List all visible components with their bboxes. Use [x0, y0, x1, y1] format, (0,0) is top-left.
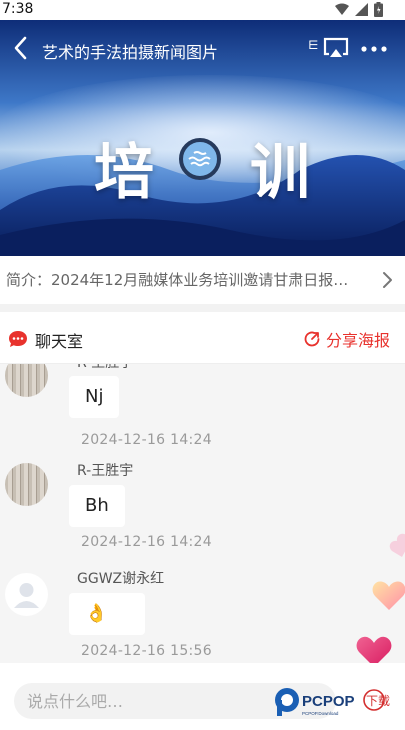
section-divider: [0, 304, 405, 312]
video-top-bar: 艺术的手法拍摄新闻图片 ⋿: [0, 20, 405, 76]
back-button[interactable]: [8, 32, 34, 64]
svg-text:PCPOP.Download: PCPOP.Download: [302, 711, 339, 716]
message-bubble: Bh: [69, 485, 125, 527]
message-bubble: Nj: [69, 376, 120, 418]
subtitle-button[interactable]: ⋿: [308, 38, 318, 52]
video-title: 艺术的手法拍摄新闻图片: [42, 43, 219, 62]
message-sender: R-王胜宇: [77, 364, 133, 372]
floating-heart-icon: [389, 533, 405, 557]
floating-heart-icon: [356, 636, 392, 663]
chat-message-list[interactable]: R-王胜宇 Nj 2024-12-16 14:24 R-王胜宇 Bh 2024-…: [0, 364, 405, 663]
avatar[interactable]: [5, 573, 48, 616]
avatar[interactable]: [5, 364, 48, 397]
message-bubble: 👌: [69, 593, 145, 635]
chat-header: 聊天室 分享海报: [0, 312, 405, 364]
battery-icon: [374, 1, 383, 17]
loading-icon: [179, 138, 221, 180]
message-time: 2024-12-16 14:24: [81, 534, 212, 550]
share-icon: [304, 331, 320, 347]
more-icon[interactable]: [358, 36, 390, 62]
status-icons: [335, 1, 383, 17]
cast-icon[interactable]: [322, 36, 350, 62]
svg-text:下载: 下载: [366, 694, 390, 708]
intro-row[interactable]: 简介：2024年12月融媒体业务培训邀请甘肃日报…: [0, 256, 405, 304]
banner-text-left: 培: [94, 138, 154, 208]
chevron-right-icon: [383, 272, 392, 288]
share-poster-label: 分享海报: [326, 331, 391, 350]
floating-heart-icon: [372, 581, 405, 610]
message-sender: GGWZ谢永红: [77, 571, 165, 587]
status-time: 7:38: [2, 1, 34, 17]
intro-text: 简介：2024年12月融媒体业务培训邀请甘肃日报…: [6, 271, 349, 289]
banner-text-right: 训: [250, 138, 310, 208]
svg-text:PCPOP: PCPOP: [302, 693, 355, 710]
message-time: 2024-12-16 15:56: [81, 643, 212, 659]
video-player[interactable]: 培 训 艺术的手法拍摄新闻图片 ⋿: [0, 20, 405, 256]
share-poster-button[interactable]: 分享海报: [303, 328, 390, 350]
signal-icon: [355, 2, 368, 16]
watermark-logo: PCPOP PCPOP.Download 下载: [275, 688, 390, 716]
comment-bar: PCPOP PCPOP.Download 下载: [0, 663, 405, 730]
message-sender: R-王胜宇: [77, 463, 134, 479]
status-bar: 7:38: [0, 0, 405, 20]
chat-bubble-icon: [9, 331, 27, 347]
avatar[interactable]: [5, 463, 48, 506]
chat-title: 聊天室: [35, 332, 84, 351]
message-time: 2024-12-16 14:24: [81, 432, 212, 448]
default-avatar-icon: [14, 583, 39, 608]
wifi-icon: [335, 3, 349, 15]
